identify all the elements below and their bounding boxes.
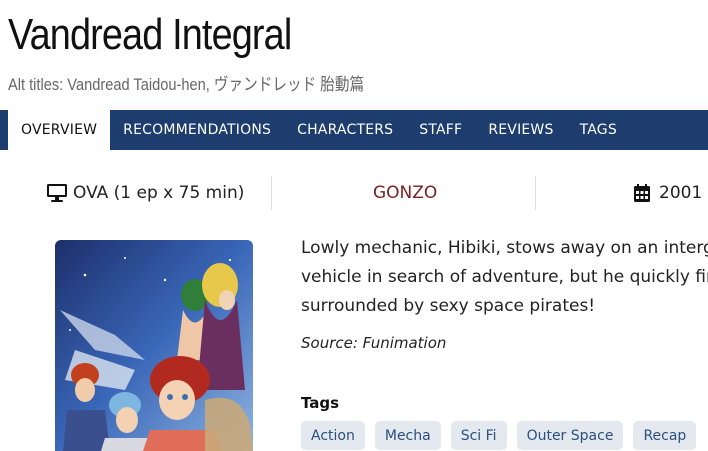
studio-link[interactable]: GONZO: [373, 176, 437, 210]
type-info: OVA (1 ep x 75 min): [46, 176, 244, 210]
cover-image[interactable]: [55, 240, 253, 451]
synopsis-line: surrounded by sexy space pirates!: [301, 296, 596, 316]
tab-characters[interactable]: CHARACTERS: [284, 110, 406, 150]
tab-reviews[interactable]: REVIEWS: [475, 110, 566, 150]
alt-titles: Alt titles: Vandread Taidou-hen, ヴァンドレッド…: [8, 75, 365, 94]
year-label: 2001: [659, 183, 703, 203]
tags-heading: Tags: [301, 394, 340, 412]
tab-bar: OVERVIEW RECOMMENDATIONS CHARACTERS STAF…: [0, 110, 708, 150]
tab-recommendations[interactable]: RECOMMENDATIONS: [110, 110, 284, 150]
tag-outer-space[interactable]: Outer Space: [516, 421, 624, 450]
synopsis-line: vehicle in search of adventure, but he q…: [301, 267, 708, 287]
info-bar: OVA (1 ep x 75 min) GONZO 2001: [0, 176, 708, 210]
type-label: OVA (1 ep x 75 min): [73, 183, 245, 203]
tab-tags[interactable]: TAGS: [567, 110, 630, 150]
page-title: Vandread Integral: [8, 10, 292, 59]
monitor-icon: [46, 183, 68, 203]
divider: [535, 176, 536, 210]
tag-recap[interactable]: Recap: [633, 421, 697, 450]
synopsis-source: Source: Funimation: [301, 334, 447, 352]
tag-sci-fi[interactable]: Sci Fi: [450, 421, 507, 450]
calendar-icon: [634, 184, 650, 202]
tag-list: Action Mecha Sci Fi Outer Space Recap: [301, 421, 697, 450]
tag-mecha[interactable]: Mecha: [374, 421, 441, 450]
tag-action[interactable]: Action: [301, 421, 365, 450]
tab-staff[interactable]: STAFF: [406, 110, 475, 150]
year-info: 2001: [634, 176, 702, 210]
synopsis-line: Lowly mechanic, Hibiki, stows away on an…: [301, 238, 708, 258]
synopsis: Lowly mechanic, Hibiki, stows away on an…: [301, 234, 708, 321]
divider: [271, 176, 272, 210]
tab-overview[interactable]: OVERVIEW: [8, 110, 111, 150]
